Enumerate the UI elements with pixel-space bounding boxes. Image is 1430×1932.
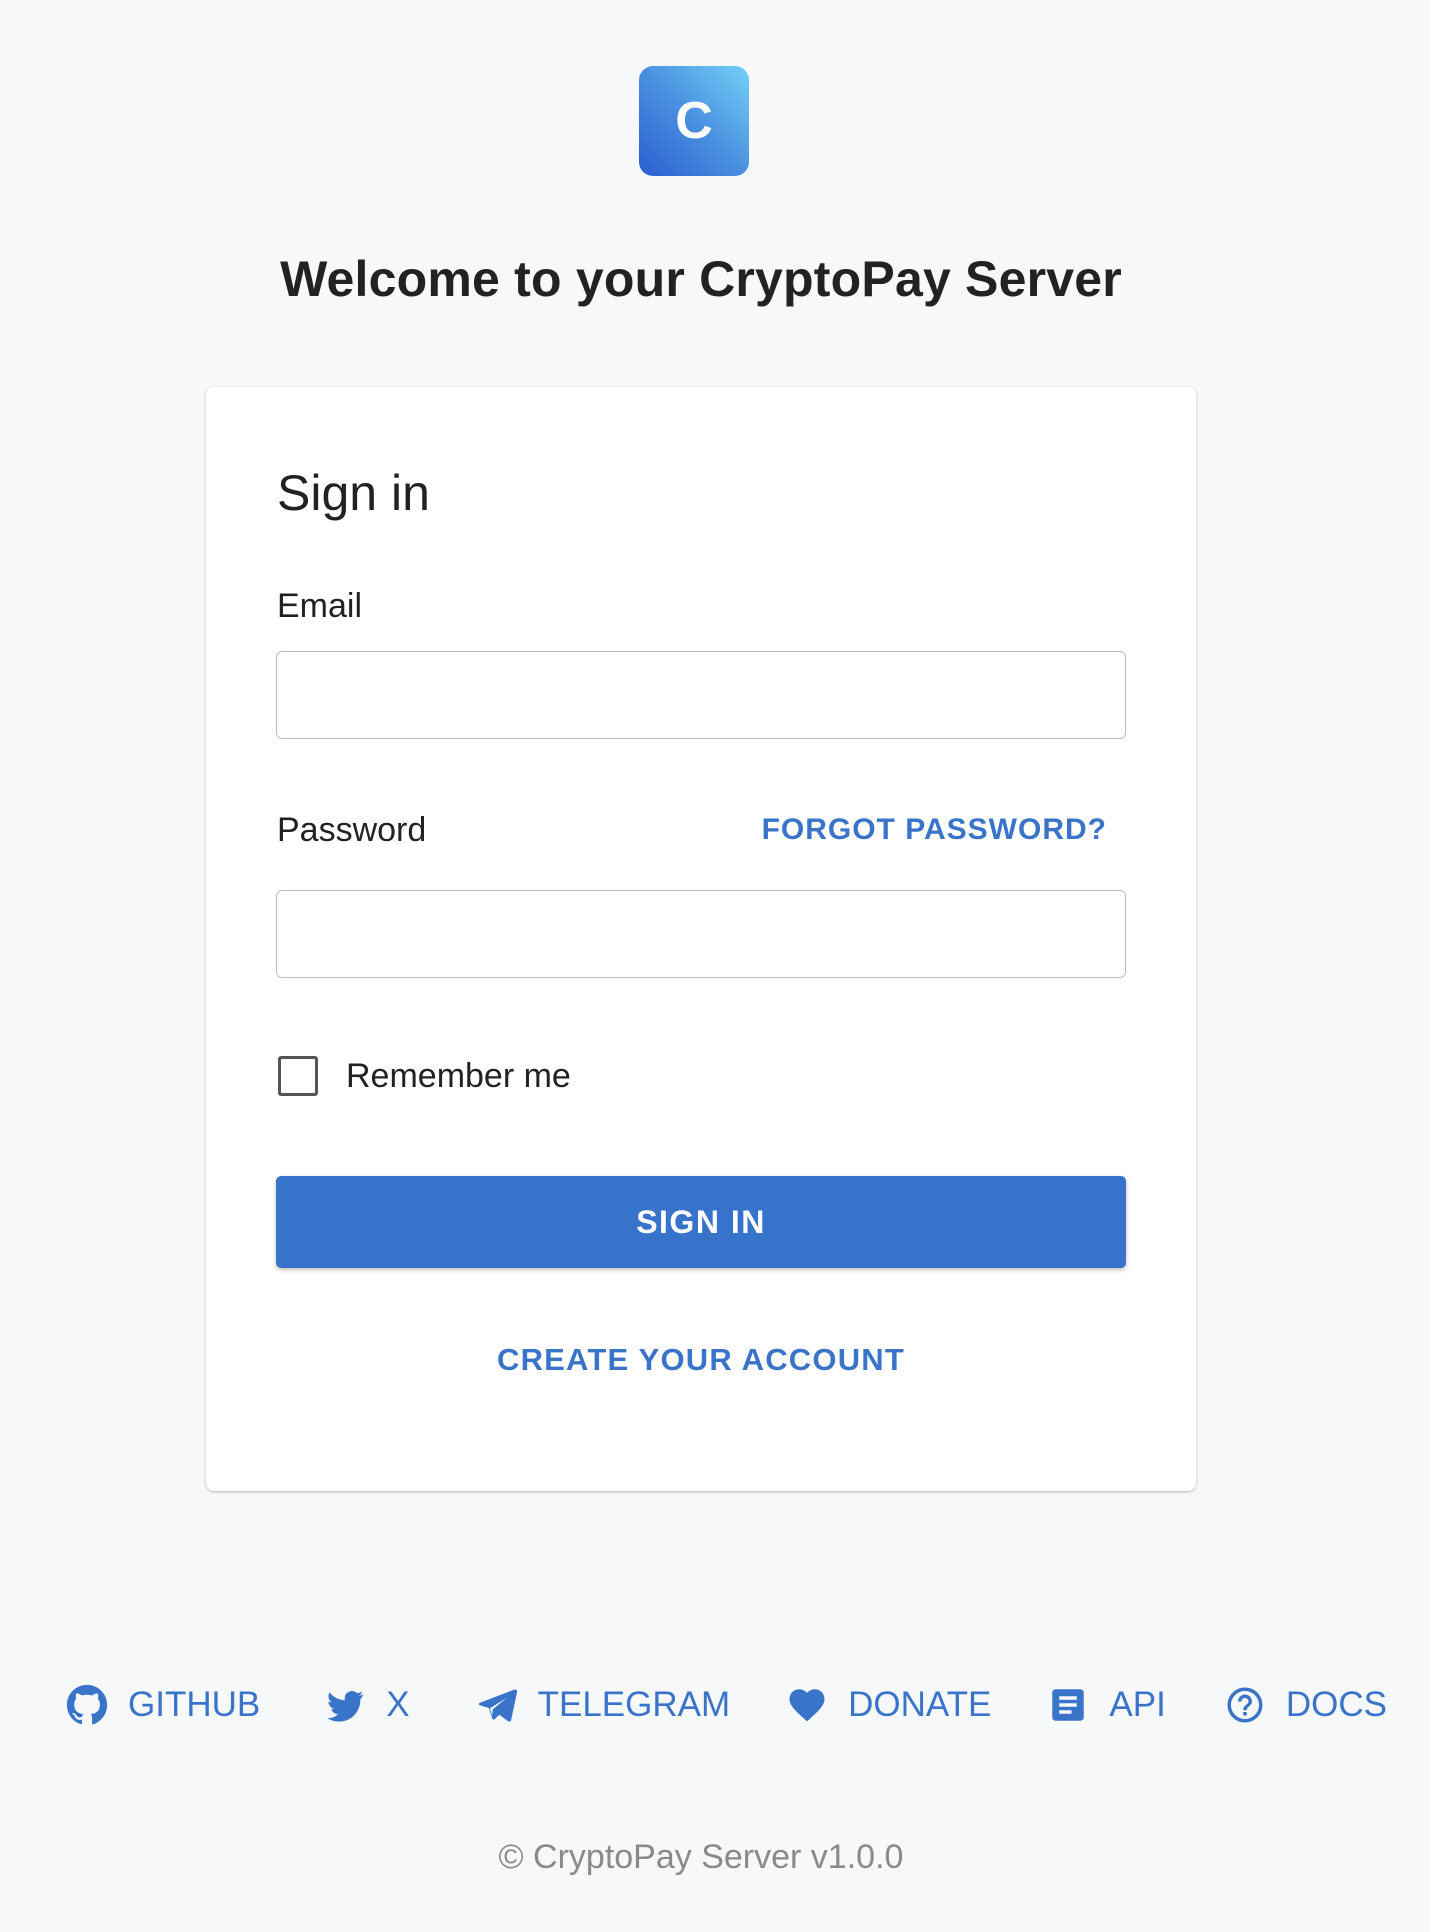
password-field[interactable] [276,890,1126,978]
welcome-title: Welcome to your CryptoPay Server [280,251,1122,307]
sign-in-button[interactable]: SIGN IN [276,1176,1126,1268]
footer-link-label: GITHUB [128,1685,261,1724]
remember-me-label[interactable]: Remember me [346,1057,571,1096]
footer-link-label: API [1109,1685,1166,1724]
copyright-text: © CryptoPay Server v1.0.0 [498,1838,904,1876]
signin-title: Sign in [277,465,430,521]
footer-link-x[interactable]: X [324,1684,410,1726]
footer-link-telegram[interactable]: TELEGRAM [476,1684,731,1726]
email-label: Email [277,587,363,625]
create-account-link[interactable]: CREATE YOUR ACCOUNT [206,1342,1196,1378]
help-circle-icon [1224,1684,1266,1726]
document-icon [1047,1684,1089,1726]
footer-link-donate[interactable]: DONATE [786,1684,991,1726]
footer-link-docs[interactable]: DOCS [1224,1684,1387,1726]
footer-link-label: DONATE [848,1685,992,1724]
heart-icon [786,1684,828,1726]
footer-link-github[interactable]: GITHUB [66,1684,260,1726]
logo-letter: C [675,92,713,150]
github-icon [66,1684,108,1726]
signin-card: Sign in Email Password FORGOT PASSWORD? … [206,387,1196,1491]
login-page: C Welcome to your CryptoPay Server Sign … [0,0,1430,1932]
footer-link-api[interactable]: API [1047,1684,1166,1726]
app-logo: C [639,66,749,176]
footer-link-label: DOCS [1285,1685,1387,1724]
forgot-password-link[interactable]: FORGOT PASSWORD? [762,813,1107,847]
footer-link-label: TELEGRAM [537,1685,731,1724]
footer-links: GITHUB X TELEGRAM DONATE API DOCS [66,1678,1387,1732]
password-label: Password [277,811,427,849]
twitter-bird-icon [324,1684,366,1726]
email-field[interactable] [276,651,1126,739]
remember-me-checkbox[interactable] [278,1056,318,1096]
remember-me-row[interactable]: Remember me [278,1056,571,1096]
footer-link-label: X [386,1685,410,1724]
paper-plane-icon [476,1684,518,1726]
